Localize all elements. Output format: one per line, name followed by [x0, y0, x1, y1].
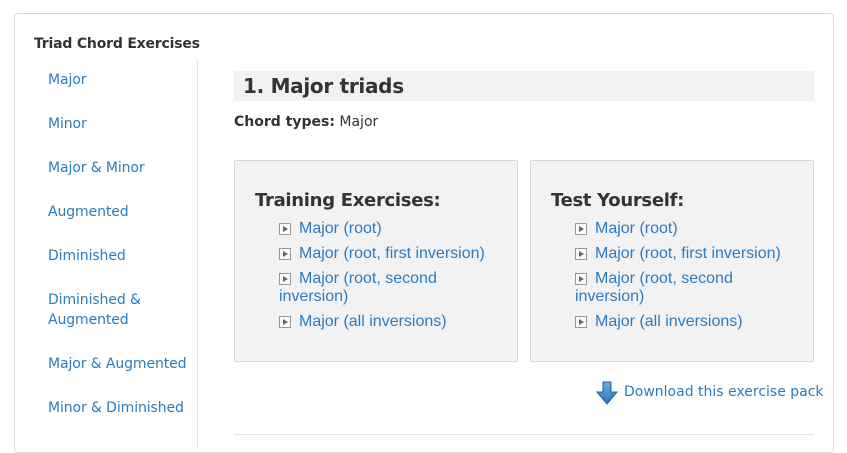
test-panel: Test Yourself: Major (root) Major (root,… — [530, 160, 814, 362]
section-divider — [234, 434, 814, 435]
training-heading: Training Exercises: — [255, 190, 441, 211]
sidebar-item-diminished-augmented[interactable]: Diminished & Augmented — [48, 290, 158, 330]
chord-types-label: Chord types: — [234, 114, 335, 130]
chord-types: Chord types: Major — [234, 114, 378, 130]
sidebar-divider — [197, 60, 198, 450]
sidebar-item-major-augmented[interactable]: Major & Augmented — [48, 354, 193, 374]
chord-types-value: Major — [339, 114, 379, 130]
download-arrow-icon — [596, 381, 618, 405]
training-link-all-inversions[interactable]: Major (all inversions) — [279, 313, 504, 331]
download-label: Download this exercise pack — [624, 384, 824, 400]
sidebar-item-major[interactable]: Major — [48, 70, 193, 90]
test-link-first-inversion[interactable]: Major (root, first inversion) — [575, 245, 800, 263]
sidebar-item-augmented[interactable]: Augmented — [48, 202, 193, 222]
sidebar-item-minor[interactable]: Minor — [48, 114, 193, 134]
play-icon — [279, 273, 291, 285]
play-icon — [279, 223, 291, 235]
test-link-root[interactable]: Major (root) — [575, 220, 800, 238]
training-link-first-inversion[interactable]: Major (root, first inversion) — [279, 245, 504, 263]
page-title-bar: 1. Major triads — [234, 71, 814, 101]
play-icon — [575, 223, 587, 235]
sidebar-item-minor-diminished[interactable]: Minor & Diminished — [48, 398, 193, 418]
sidebar-item-diminished[interactable]: Diminished — [48, 246, 193, 266]
test-link-second-inversion[interactable]: Major (root, second inversion) — [575, 270, 775, 306]
test-link-all-inversions[interactable]: Major (all inversions) — [575, 313, 800, 331]
sidebar-item-major-minor[interactable]: Major & Minor — [48, 158, 193, 178]
play-icon — [575, 273, 587, 285]
training-link-second-inversion[interactable]: Major (root, second inversion) — [279, 270, 479, 306]
training-panel: Training Exercises: Major (root) Major (… — [234, 160, 518, 362]
play-icon — [279, 248, 291, 260]
play-icon — [575, 248, 587, 260]
training-link-root[interactable]: Major (root) — [279, 220, 504, 238]
page-title: 1. Major triads — [243, 74, 404, 98]
play-icon — [575, 316, 587, 328]
sidebar-title: Triad Chord Exercises — [34, 36, 200, 52]
play-icon — [279, 316, 291, 328]
test-heading: Test Yourself: — [551, 190, 685, 211]
